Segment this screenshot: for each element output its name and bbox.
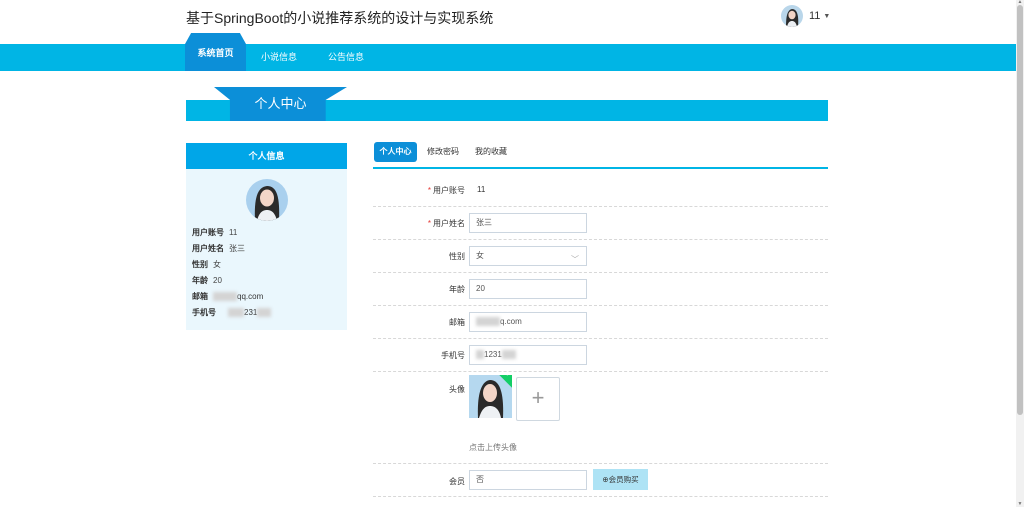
page-scrollbar[interactable]: ▲ ▼ xyxy=(1016,0,1024,507)
profile-tabs: 个人中心 修改密码 我的收藏 xyxy=(373,142,828,169)
member-input[interactable]: 否 xyxy=(469,470,587,490)
top-header: 基于SpringBoot的小说推荐系统的设计与实现系统 11 ▼ xyxy=(0,0,1016,44)
profile-card-title: 个人信息 xyxy=(186,143,347,169)
profile-avatar xyxy=(246,179,288,221)
gender-label: 性别 xyxy=(449,252,465,261)
main-nav: 系统首页 小说信息 公告信息 xyxy=(0,33,1016,71)
check-icon: ✓ xyxy=(505,375,511,378)
form-row-phone: 手机号 1231 xyxy=(373,339,828,372)
username[interactable]: 11 xyxy=(809,10,820,22)
phone-label: 手机号 xyxy=(441,351,465,360)
redacted-mask xyxy=(501,350,516,360)
tab-profile[interactable]: 个人中心 xyxy=(374,142,417,162)
nav-item-label: 系统首页 xyxy=(197,48,234,58)
profile-row-phone: 手机号 231 xyxy=(192,307,272,318)
gender-selected-value: 女 xyxy=(476,251,484,260)
profile-row-name: 用户姓名 张三 xyxy=(192,244,245,253)
age-input[interactable]: 20 xyxy=(469,279,587,299)
phone-input[interactable]: 1231 xyxy=(469,345,587,365)
gender-select[interactable]: 女 ﹀ xyxy=(469,246,587,266)
form-row-account: * 用户账号 11 xyxy=(373,174,828,207)
form-row-name: * 用户姓名 张三 xyxy=(373,207,828,240)
nav-item-novels[interactable]: 小说信息 xyxy=(261,44,297,71)
profile-row-gender: 性别女 xyxy=(192,260,221,269)
redacted-mask xyxy=(476,350,484,360)
profile-card: 个人信息 用户账号 11 用户姓名 张三 性别女 年龄 20 邮箱 qq.com 手机号… xyxy=(186,143,347,330)
nav-item-home[interactable]: 系统首页 xyxy=(185,33,246,71)
uploaded-avatar-thumbnail[interactable]: ✓ xyxy=(469,375,512,418)
form-row-email: 邮箱 q.com xyxy=(373,306,828,339)
form-row-avatar: 头像 ✓ + 点击上传头像 xyxy=(373,372,828,464)
email-label: 邮箱 xyxy=(449,318,465,327)
account-label: * 用户账号 xyxy=(427,186,465,195)
profile-row-age: 年龄 20 xyxy=(192,276,222,285)
account-value: 11 xyxy=(477,185,486,194)
avatar-label: 头像 xyxy=(449,385,465,394)
nav-item-notices[interactable]: 公告信息 xyxy=(328,44,364,71)
email-input[interactable]: q.com xyxy=(469,312,587,332)
avatar-upload-hint: 点击上传头像 xyxy=(469,443,517,452)
redacted-mask xyxy=(476,317,500,327)
age-label: 年龄 xyxy=(449,285,465,294)
form-row-age: 年龄 20 xyxy=(373,273,828,306)
chevron-down-icon[interactable]: ▼ xyxy=(823,13,830,20)
member-label: 会员 xyxy=(449,477,465,486)
profile-row-email: 邮箱 qq.com xyxy=(192,292,264,302)
tab-change-password[interactable]: 修改密码 xyxy=(427,142,459,162)
membership-buy-button[interactable]: ⊕会员购买 xyxy=(593,469,648,490)
form-row-member: 会员 否 ⊕会员购买 xyxy=(373,464,828,497)
buy-button-label: 会员购买 xyxy=(608,475,639,484)
avatar-upload-button[interactable]: + xyxy=(516,377,560,421)
scroll-down-arrow-icon[interactable]: ▼ xyxy=(1016,501,1024,507)
chevron-down-icon: ﹀ xyxy=(571,255,579,264)
user-avatar[interactable] xyxy=(781,5,803,27)
scrollbar-thumb[interactable] xyxy=(1017,5,1023,415)
user-menu[interactable]: 11 ▼ xyxy=(781,5,830,27)
tab-favorites[interactable]: 我的收藏 xyxy=(475,142,507,162)
site-title: 基于SpringBoot的小说推荐系统的设计与实现系统 xyxy=(186,10,494,26)
form-row-gender: 性别 女 ﹀ xyxy=(373,240,828,273)
name-input[interactable]: 张三 xyxy=(469,213,587,233)
redacted-mask xyxy=(257,308,272,318)
section-title: 个人中心 xyxy=(254,96,307,111)
profile-row-account: 用户账号 11 xyxy=(192,228,238,237)
name-label: * 用户姓名 xyxy=(427,219,465,228)
redacted-mask xyxy=(213,292,237,302)
redacted-mask xyxy=(228,308,244,318)
page: 基于SpringBoot的小说推荐系统的设计与实现系统 11 ▼ 系统首页 小说… xyxy=(0,0,1024,507)
